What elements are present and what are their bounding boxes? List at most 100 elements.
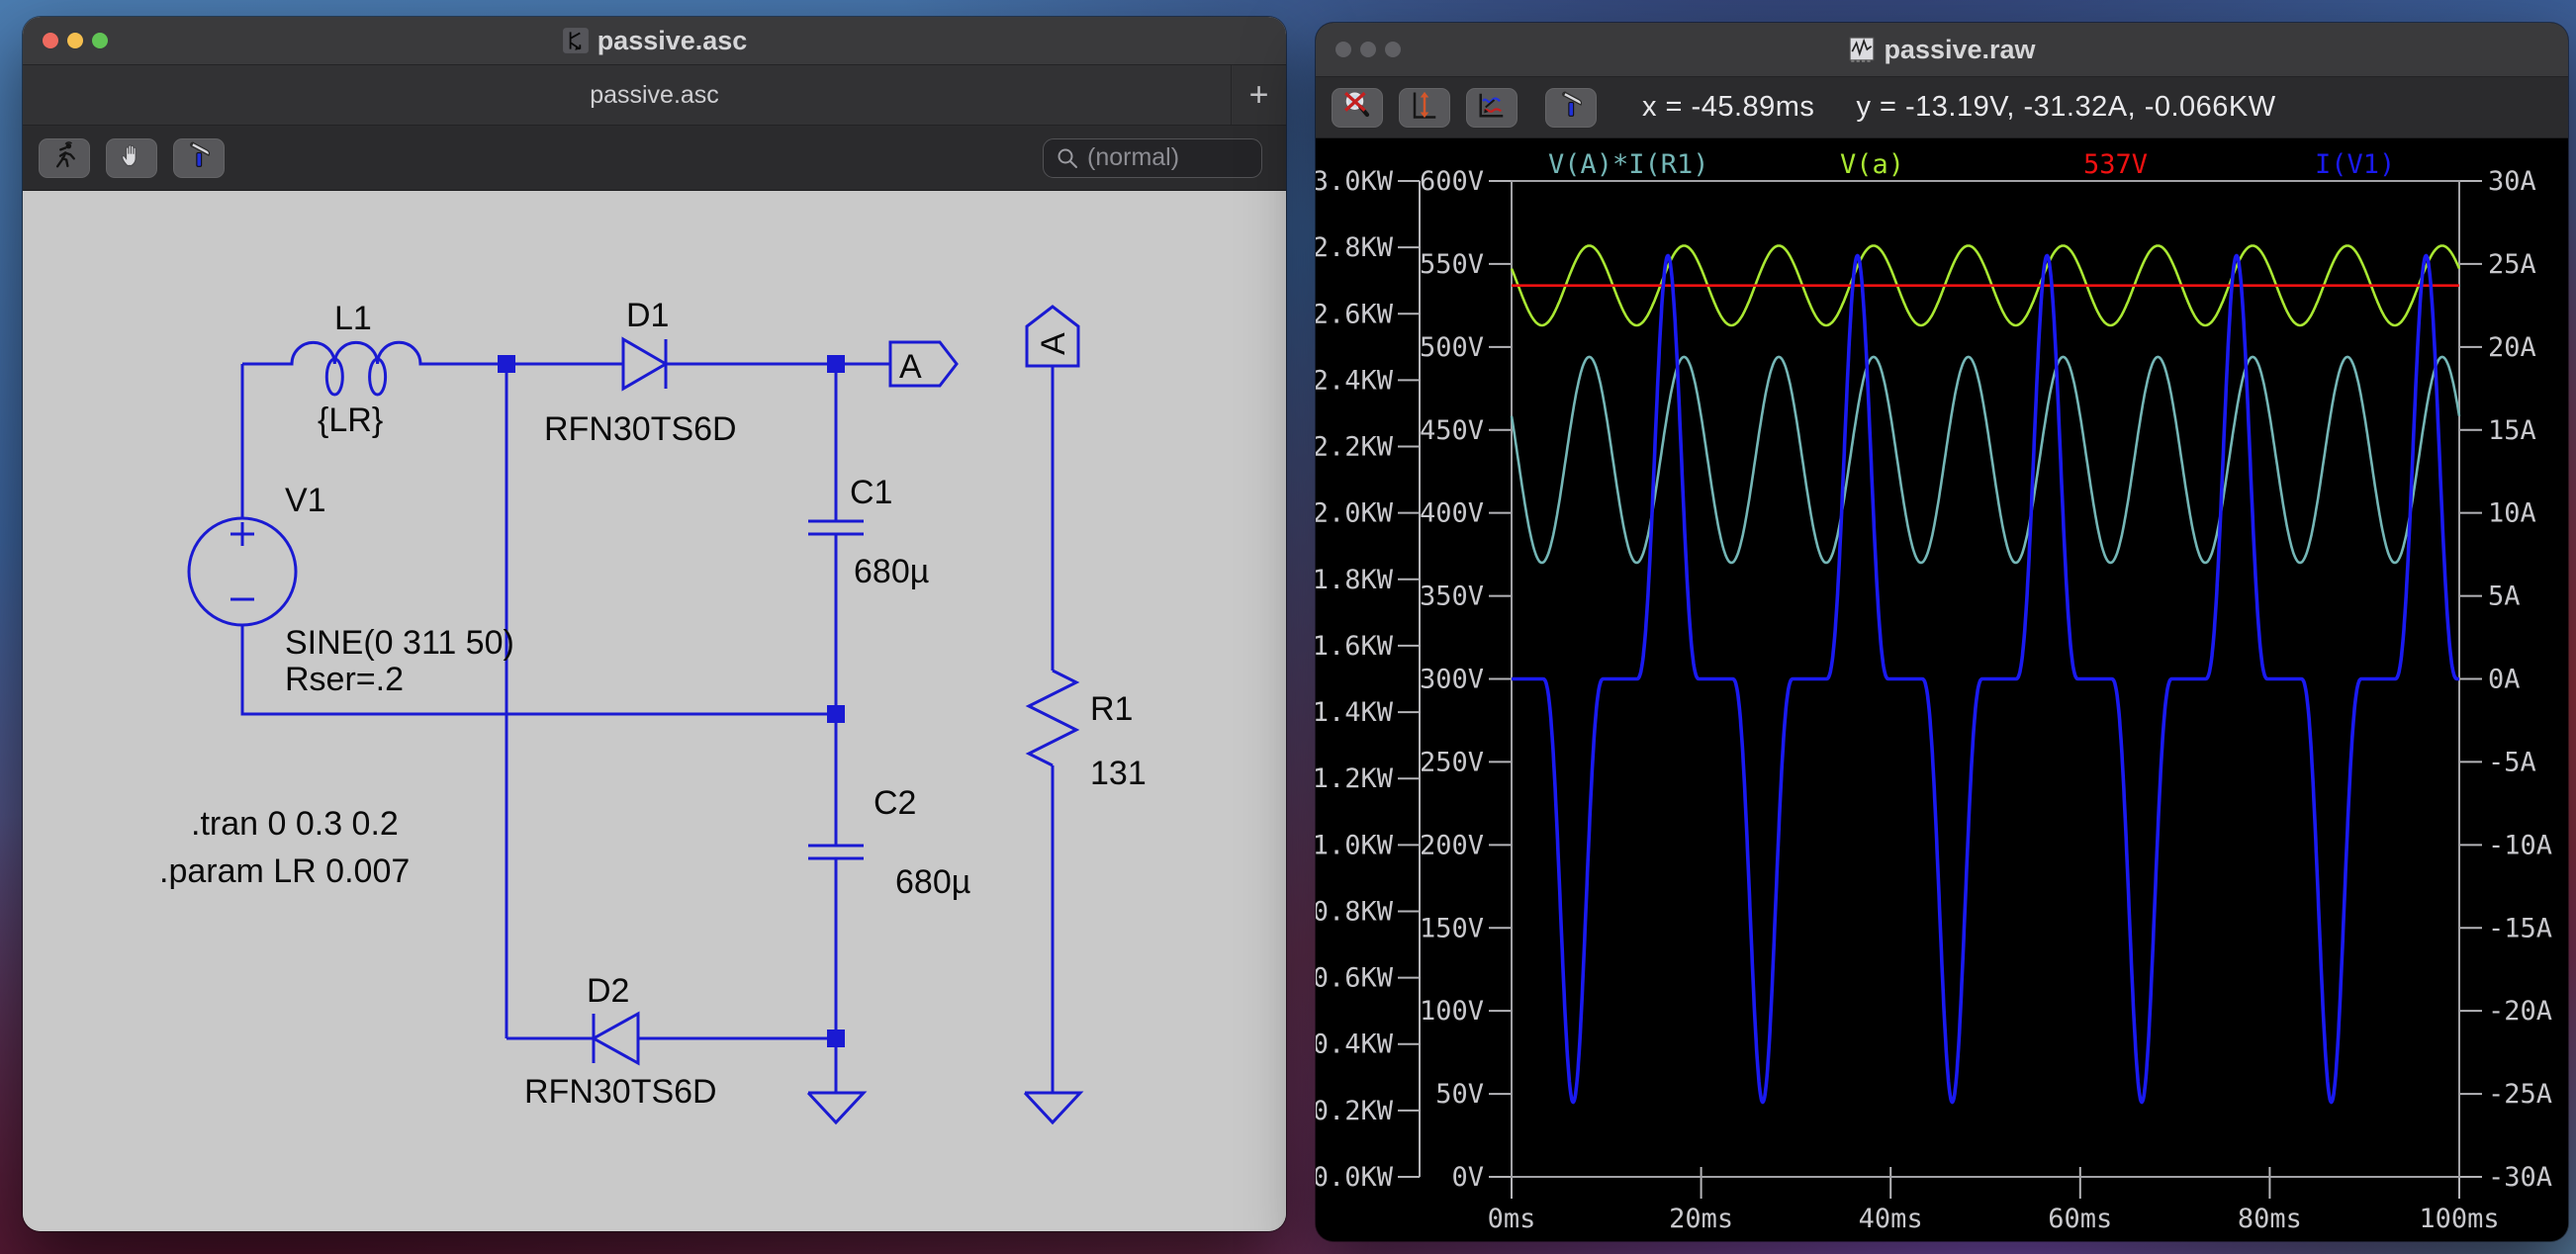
net-flag-a-load-label: A [1035, 332, 1072, 355]
close-button[interactable] [43, 33, 58, 48]
power-axis-tick-label: 1.6KW [1316, 631, 1394, 662]
param-directive[interactable]: .param LR 0.007 [159, 852, 410, 890]
v1-value-label[interactable]: SINE(0 311 50) [285, 624, 514, 662]
junction-dot [498, 355, 515, 373]
waveform-titlebar[interactable]: passive.raw [1316, 23, 2568, 77]
tran-directive[interactable]: .tran 0 0.3 0.2 [191, 805, 399, 843]
current-axis-tick-label: 15A [2488, 415, 2536, 446]
tools-button[interactable] [173, 137, 225, 178]
search-icon [1058, 148, 1077, 168]
trace-I(V1) [1510, 253, 2461, 1105]
voltage-axis-tick-label: 150V [1420, 913, 1484, 943]
r1-value-label[interactable]: 131 [1090, 755, 1147, 792]
schematic-window: passive.asc passive.asc + (normal) L1 {L… [23, 17, 1286, 1231]
current-axis-tick-label: 30A [2488, 166, 2536, 197]
c2-ref-label[interactable]: C2 [874, 784, 916, 822]
ground-symbol-left [806, 1038, 868, 1125]
d1-ref-label[interactable]: D1 [626, 297, 669, 334]
window-title: passive.raw [1884, 34, 2036, 64]
d1-model-label[interactable]: RFN30TS6D [544, 410, 737, 448]
autorange-icon [1410, 90, 1439, 125]
schematic-titlebar[interactable]: passive.asc [23, 17, 1286, 65]
autorange-button[interactable] [1399, 87, 1450, 128]
l1-ref-label[interactable]: L1 [334, 300, 372, 337]
legend-item-I(V1)[interactable]: I(V1) [2315, 149, 2395, 180]
l1-value-label[interactable]: {LR} [318, 402, 383, 439]
run-button[interactable] [39, 137, 90, 178]
new-tab-button[interactable]: + [1231, 65, 1286, 125]
tools-hammer-icon [184, 140, 214, 175]
d1-diode[interactable] [621, 336, 669, 392]
voltage-axis-tick-label: 450V [1420, 415, 1484, 446]
d2-model-label[interactable]: RFN30TS6D [524, 1073, 717, 1111]
power-axis-tick-label: 3.0KW [1316, 166, 1394, 197]
voltage-axis-tick-label: 550V [1420, 249, 1484, 280]
voltage-axis-tick-label: 250V [1420, 747, 1484, 777]
zoom-button[interactable] [92, 33, 108, 48]
current-axis-tick-label: -25A [2488, 1079, 2552, 1110]
l1-coil-loop [368, 357, 388, 397]
minimize-button[interactable] [1360, 42, 1376, 57]
current-axis-tick-label: 10A [2488, 498, 2536, 529]
voltage-axis-tick-label: 50V [1435, 1079, 1484, 1110]
power-axis-tick-label: 0.6KW [1316, 963, 1394, 994]
tab-bar: passive.asc + [23, 65, 1286, 126]
c1-capacitor[interactable] [808, 364, 864, 714]
v1-rser-label[interactable]: Rser=.2 [285, 661, 404, 698]
c1-value-label[interactable]: 680µ [854, 553, 929, 590]
legend-item-537V[interactable]: 537V [2083, 149, 2148, 180]
v1-ref-label[interactable]: V1 [285, 482, 326, 519]
pan-hand-icon [118, 141, 145, 174]
current-axis-tick-label: -5A [2488, 747, 2536, 777]
power-axis-tick-label: 2.4KW [1316, 365, 1394, 396]
r1-resistor[interactable] [1025, 669, 1080, 767]
power-axis-tick-label: 2.8KW [1316, 232, 1394, 263]
d2-ref-label[interactable]: D2 [587, 972, 629, 1010]
legend-item-V(a)[interactable]: V(a) [1840, 149, 1904, 180]
plot-settings-button[interactable] [1466, 87, 1518, 128]
junction-dot [827, 1030, 845, 1047]
search-field[interactable] [1043, 137, 1262, 178]
current-axis-tick-label: -30A [2488, 1162, 2552, 1193]
d2-diode[interactable] [590, 1011, 640, 1066]
power-axis-tick-label: 0.8KW [1316, 896, 1394, 927]
tools-button[interactable] [1545, 87, 1597, 128]
tools-hammer-icon [1556, 90, 1586, 125]
waveform-toolbar: x = -45.89ms y = -13.19V, -31.32A, -0.066… [1316, 77, 2568, 138]
window-title: passive.asc [597, 25, 748, 55]
time-axis-tick-label: 0ms [1488, 1204, 1536, 1234]
traffic-lights [43, 33, 108, 48]
c1-ref-label[interactable]: C1 [850, 474, 892, 511]
voltage-axis-tick-label: 400V [1420, 498, 1484, 529]
close-button[interactable] [1335, 42, 1351, 57]
power-axis-tick-label: 1.0KW [1316, 830, 1394, 860]
minimize-button[interactable] [67, 33, 83, 48]
r1-ref-label[interactable]: R1 [1090, 690, 1133, 728]
power-axis-tick-label: 2.2KW [1316, 432, 1394, 463]
junction-dot [827, 705, 845, 723]
c2-value-label[interactable]: 680µ [895, 863, 970, 901]
tab-passive-asc[interactable]: passive.asc [23, 81, 1286, 110]
current-axis-tick-label: 25A [2488, 249, 2536, 280]
legend-item-V(A)*I(R1)[interactable]: V(A)*I(R1) [1548, 149, 1709, 180]
schematic-canvas[interactable]: L1 {LR} D1 RFN30TS6D V1 SINE(0 311 50) R… [23, 191, 1286, 1231]
current-axis-tick-label: 20A [2488, 332, 2536, 363]
zoom-button[interactable] [1385, 42, 1401, 57]
c2-capacitor[interactable] [808, 714, 864, 1038]
v1-plus-sign [230, 522, 254, 546]
voltage-axis-tick-label: 200V [1420, 830, 1484, 860]
run-icon [49, 140, 79, 175]
ground-symbol-right [1023, 765, 1084, 1125]
waveform-plot-area[interactable]: 3.0KW 2.8KW 2.6KW 2.4KW 2.2KW 2.0KW 1.8KW 1.6KW… [1316, 138, 2568, 1241]
zoom-cancel-button[interactable] [1332, 87, 1383, 128]
time-axis-tick-label: 40ms [1859, 1204, 1923, 1234]
schematic-doc-icon [562, 27, 590, 54]
power-axis-tick-label: 1.8KW [1316, 565, 1394, 595]
search-input[interactable] [1087, 143, 1249, 172]
voltage-axis-tick-label: 300V [1420, 665, 1484, 695]
voltage-axis-tick-label: 350V [1420, 582, 1484, 612]
pan-button[interactable] [106, 137, 157, 178]
desktop: { "desktop": { "wallpaper_colors": ["#4b… [0, 0, 2576, 1254]
current-axis-tick-label: -10A [2488, 830, 2552, 860]
cursor-x-value: x = -45.89ms [1642, 91, 1815, 123]
